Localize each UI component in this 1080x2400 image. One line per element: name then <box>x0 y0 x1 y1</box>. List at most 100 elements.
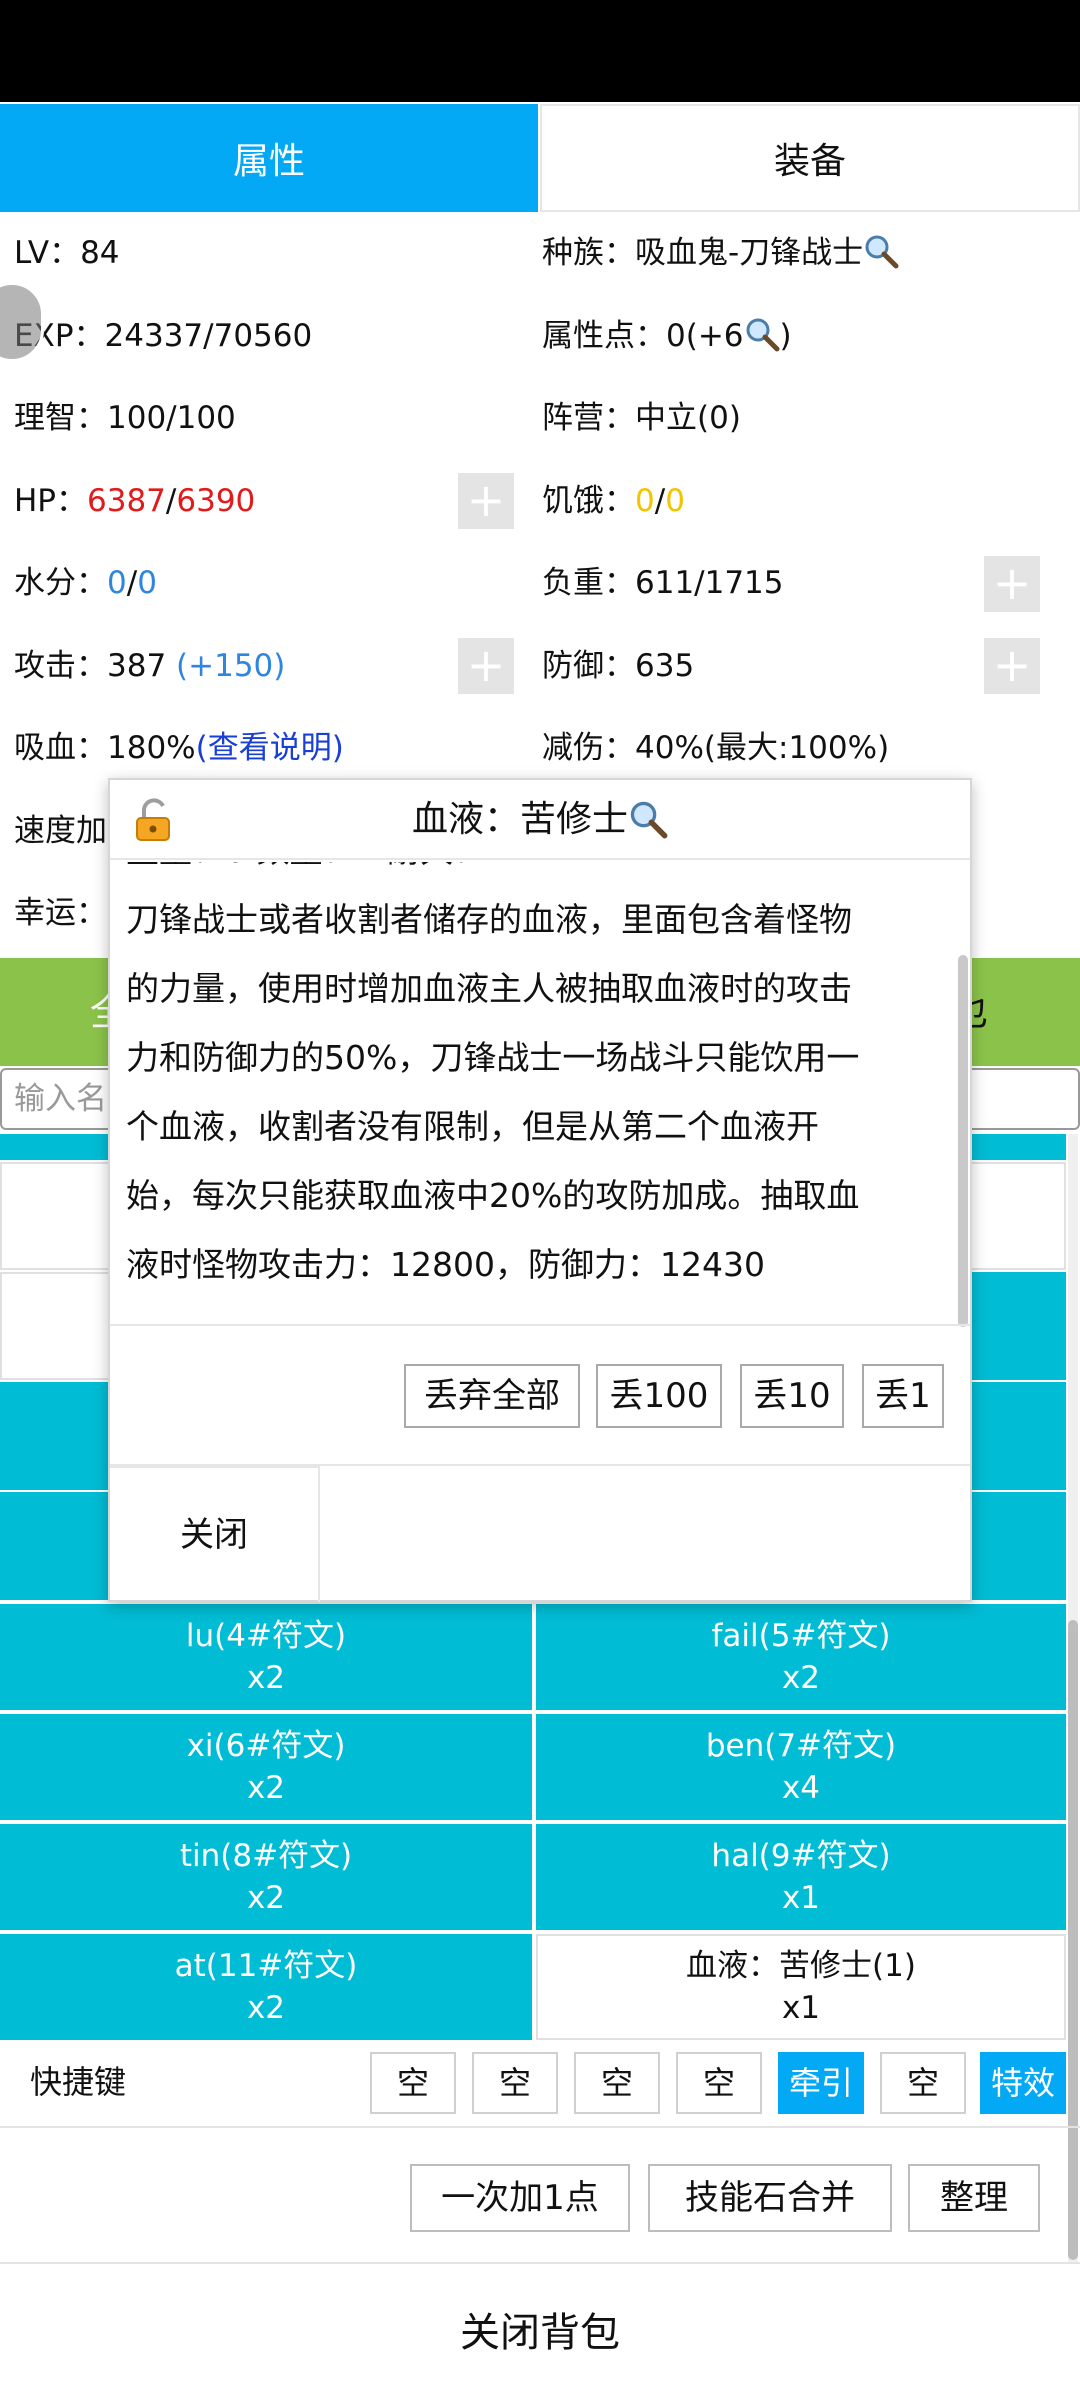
divider <box>0 2126 1080 2128</box>
item-cell[interactable]: fail(5#符文) x2 <box>536 1604 1066 1710</box>
item-detail-dialog: 血液：苦修士 重量：0 数量：1 耐久：1 刀锋战士或者收割者储存的血液，里面包… <box>108 778 972 1602</box>
load-plus-button[interactable]: + <box>984 556 1040 612</box>
stat-hp: HP：6387/6390 <box>14 476 255 526</box>
divider <box>0 2262 1080 2264</box>
stat-label: 理智： <box>14 400 107 436</box>
stat-attribute-points: 属性点：0(+6) <box>542 311 792 361</box>
status-bar <box>0 0 1080 102</box>
quickbar-slot[interactable]: 空 <box>574 2052 660 2114</box>
merge-skill-stones-button[interactable]: 技能石合并 <box>648 2164 892 2232</box>
item-count: x2 <box>246 1770 286 1806</box>
quickbar-slot[interactable]: 空 <box>370 2052 456 2114</box>
item-name: ben(7#符文) <box>705 1728 897 1764</box>
title-search-icon[interactable] <box>628 788 668 839</box>
water-current: 0 <box>107 565 127 601</box>
stat-lifesteal: 吸血：180%(查看说明) <box>14 723 344 773</box>
item-count: x2 <box>246 1660 286 1696</box>
divider <box>110 1324 970 1326</box>
close-bag-button[interactable]: 关闭背包 <box>0 2278 1080 2388</box>
description-scrollbar[interactable] <box>958 955 968 1327</box>
add-one-point-button[interactable]: 一次加1点 <box>410 2164 630 2232</box>
stat-label: LV： <box>14 235 81 271</box>
stat-attack: 攻击：387 (+150) <box>14 641 285 691</box>
item-count: x1 <box>781 1990 821 2026</box>
stat-label: 幸运： <box>14 895 107 931</box>
hunger-max: 0 <box>665 483 685 519</box>
dialog-title-text: 血液：苦修士 <box>411 799 628 840</box>
stat-exp: EXP：24337/70560 <box>14 311 312 361</box>
defense-plus-button[interactable]: + <box>984 638 1040 694</box>
stat-label: HP： <box>14 483 88 519</box>
quickbar-slot[interactable]: 空 <box>472 2052 558 2114</box>
item-name: 血液：苦修士(1) <box>686 1948 916 1984</box>
drop-10-button[interactable]: 丢10 <box>740 1364 844 1428</box>
description-line: 刀锋战士或者收割者储存的血液，里面包含着怪物 <box>126 900 852 939</box>
stat-damage-reduction: 减伤：40%(最大:100%) <box>542 723 889 773</box>
hunger-current: 0 <box>635 483 655 519</box>
stat-water: 水分：0/0 <box>14 558 157 608</box>
description-cut-line: 重量：0 数量：1 耐久：1 <box>126 862 930 885</box>
item-cell[interactable]: lu(4#符文) x2 <box>0 1604 532 1710</box>
stat-label: 种族： <box>542 235 635 271</box>
item-cell[interactable]: tin(8#符文) x2 <box>0 1824 532 1930</box>
stat-label: 吸血： <box>14 730 107 766</box>
item-cell[interactable]: ben(7#符文) x4 <box>536 1714 1066 1820</box>
drop-1-button[interactable]: 丢1 <box>862 1364 944 1428</box>
stat-value: 635 <box>635 648 695 684</box>
item-cell[interactable]: 血液：苦修士(1) x1 <box>536 1934 1066 2040</box>
item-name: lu(4#符文) <box>185 1618 347 1654</box>
dialog-title: 血液：苦修士 <box>110 780 970 860</box>
lifesteal-info-link[interactable]: (查看说明) <box>196 730 344 766</box>
hp-current: 6387 <box>87 483 166 519</box>
water-max: 0 <box>137 565 157 601</box>
item-cell[interactable]: at(11#符文) x2 <box>0 1934 532 2040</box>
item-cell[interactable]: hal(9#符文) x1 <box>536 1824 1066 1930</box>
points-suffix: ) <box>779 318 792 354</box>
stat-value: 吸血鬼-刀锋战士 <box>635 235 864 271</box>
stat-value: 24337/70560 <box>104 318 313 354</box>
stat-value: 387 <box>107 648 177 684</box>
item-cell[interactable]: xi(6#符文) x2 <box>0 1714 532 1820</box>
quickbar-slot-tow[interactable]: 牵引 <box>778 2052 864 2114</box>
attack-plus-button[interactable]: + <box>458 638 514 694</box>
description-line: 的力量，使用时增加血液主人被抽取血液时的攻击 <box>126 969 852 1008</box>
stat-label: 速度加 <box>14 813 107 849</box>
points-search-icon[interactable] <box>744 316 780 352</box>
stat-label: 属性点： <box>542 318 666 354</box>
description-line: 始，每次只能获取血液中20%的攻防加成。抽取血 <box>126 1176 860 1215</box>
quickbar-slot[interactable]: 空 <box>676 2052 762 2114</box>
stat-value: 40%(最大:100%) <box>635 730 890 766</box>
hunger-sep: / <box>654 483 666 519</box>
item-count: x4 <box>781 1770 821 1806</box>
stat-race: 种族：吸血鬼-刀锋战士 <box>542 228 899 278</box>
list-scroll-thumb[interactable] <box>1068 1620 1078 2260</box>
stat-luck: 幸运： <box>14 888 107 938</box>
quickbar-slot[interactable]: 空 <box>880 2052 966 2114</box>
sort-button[interactable]: 整理 <box>908 2164 1040 2232</box>
race-search-icon[interactable] <box>863 233 899 269</box>
stat-label: 阵营： <box>542 400 635 436</box>
drop-100-button[interactable]: 丢100 <box>596 1364 722 1428</box>
item-count: x2 <box>781 1660 821 1696</box>
stat-value: 84 <box>80 235 120 271</box>
item-count: x2 <box>246 1880 286 1916</box>
hp-sep: / <box>165 483 177 519</box>
stat-camp: 阵营：中立(0) <box>542 393 741 443</box>
tab-attributes[interactable]: 属性 <box>0 104 538 212</box>
stat-load: 负重：611/1715 <box>542 558 784 608</box>
drop-all-button[interactable]: 丢弃全部 <box>404 1364 580 1428</box>
tab-equipment[interactable]: 装备 <box>540 104 1080 212</box>
stat-value: 180% <box>107 730 196 766</box>
stat-value: 0(+6 <box>666 318 744 354</box>
item-name: at(11#符文) <box>174 1948 358 1984</box>
item-count: x2 <box>246 1990 286 2026</box>
item-name: tin(8#符文) <box>179 1838 353 1874</box>
dialog-description[interactable]: 重量：0 数量：1 耐久：1 刀锋战士或者收割者储存的血液，里面包含着怪物 的力… <box>110 862 970 1362</box>
hp-plus-button[interactable]: + <box>458 473 514 529</box>
item-name: fail(5#符文) <box>711 1618 891 1654</box>
water-sep: / <box>126 565 138 601</box>
stat-value: 中立(0) <box>635 400 741 436</box>
quickbar-slot-effects[interactable]: 特效 <box>980 2052 1066 2114</box>
dialog-close-button[interactable]: 关闭 <box>110 1466 320 1602</box>
stat-speed: 速度加 <box>14 806 107 856</box>
